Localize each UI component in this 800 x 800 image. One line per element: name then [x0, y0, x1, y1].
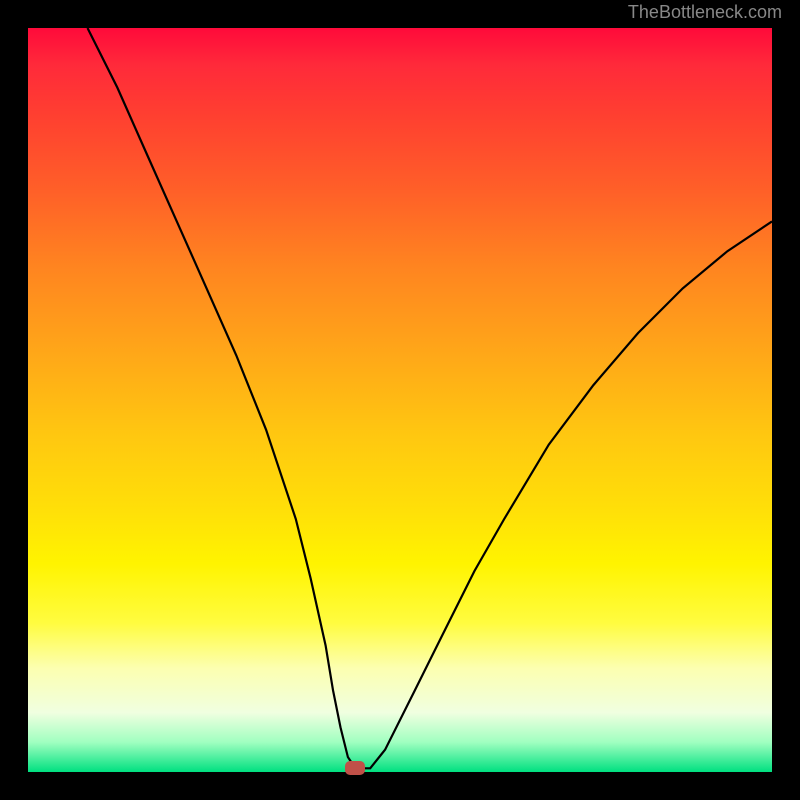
bottleneck-curve [88, 28, 773, 768]
chart-container: TheBottleneck.com [0, 0, 800, 800]
watermark-text: TheBottleneck.com [628, 2, 782, 23]
curve-svg [28, 28, 772, 772]
plot-area [28, 28, 772, 772]
optimal-marker [345, 761, 365, 775]
